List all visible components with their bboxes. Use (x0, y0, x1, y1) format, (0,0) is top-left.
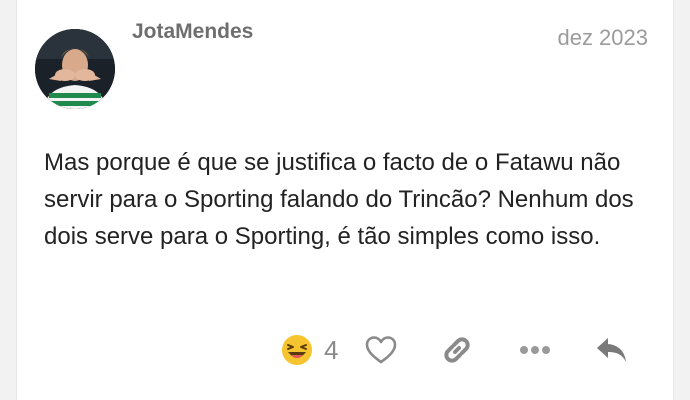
heart-outline-icon (365, 336, 397, 364)
reaction-button[interactable] (277, 330, 317, 370)
reply-icon (597, 338, 626, 362)
forum-post: JotaMendes dez 2023 Mas porque é que se … (16, 0, 674, 400)
like-button[interactable] (361, 330, 401, 370)
post-body: Mas porque é que se justifica o facto de… (44, 149, 634, 250)
avatar-image (35, 29, 115, 109)
avatar[interactable] (35, 29, 115, 109)
ellipsis-icon (520, 346, 550, 354)
reply-button[interactable] (591, 330, 633, 370)
post-date[interactable]: dez 2023 (557, 25, 648, 51)
link-icon (444, 337, 470, 363)
reaction-count[interactable]: 4 (324, 335, 338, 366)
copy-link-button[interactable] (437, 330, 477, 370)
post-username[interactable]: JotaMendes (132, 20, 253, 44)
laughing-emoji-icon (282, 335, 312, 365)
more-options-button[interactable] (515, 330, 555, 370)
post-actions-bar: 4 (17, 330, 673, 372)
